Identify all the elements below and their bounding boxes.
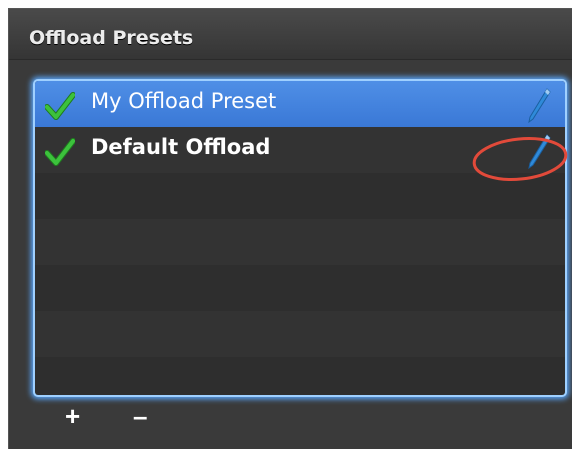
preset-label: Default Offload xyxy=(91,135,271,159)
presets-list-frame: My Offload Preset Default Offload xyxy=(33,79,567,397)
preset-row-my-offload-preset[interactable]: My Offload Preset xyxy=(35,81,565,127)
panel-title: Offload Presets xyxy=(29,27,194,49)
add-preset-button[interactable]: + xyxy=(65,401,80,432)
checkmark-icon[interactable] xyxy=(44,92,76,120)
remove-preset-button[interactable]: – xyxy=(133,401,147,432)
offload-presets-panel: Offload Presets My Offload Preset Defaul… xyxy=(8,8,572,449)
highlight-circle-annotation xyxy=(472,137,568,181)
checkmark-icon[interactable] xyxy=(44,138,76,166)
presets-list[interactable]: My Offload Preset Default Offload xyxy=(35,81,565,395)
preset-label: My Offload Preset xyxy=(91,89,277,113)
panel-header: Offload Presets xyxy=(9,9,572,60)
pencil-icon[interactable] xyxy=(527,87,551,125)
